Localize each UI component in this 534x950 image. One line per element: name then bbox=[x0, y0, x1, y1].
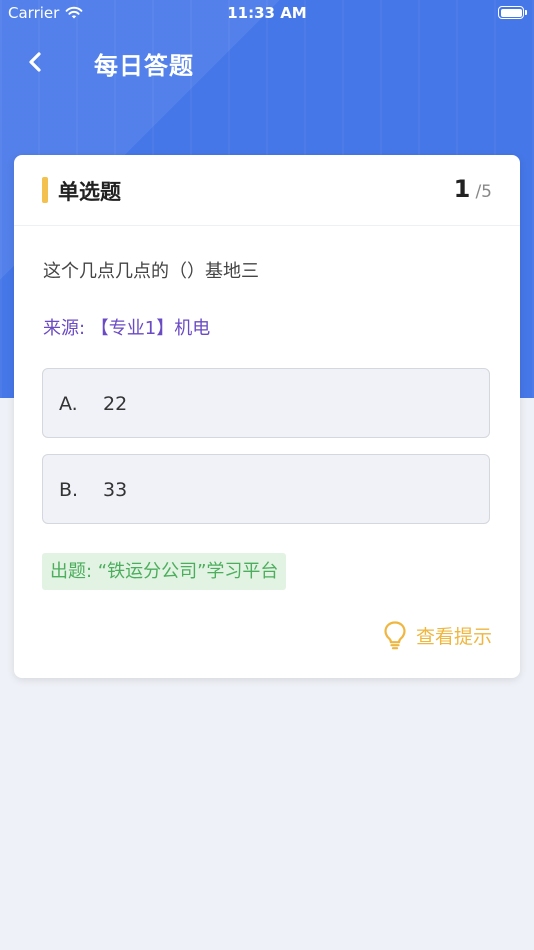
option-value: 33 bbox=[103, 479, 128, 501]
status-time: 11:33 AM bbox=[227, 4, 307, 22]
progress-total: /5 bbox=[475, 182, 492, 202]
option-value: 22 bbox=[103, 393, 128, 415]
status-bar: Carrier 11:33 AM bbox=[0, 0, 534, 28]
issuer-badge: 出题: “铁运分公司”学习平台 bbox=[42, 553, 287, 590]
view-hint-button[interactable]: 查看提示 bbox=[382, 620, 492, 650]
question-text: 这个几点几点的（）基地三 bbox=[43, 261, 259, 282]
chevron-left-icon bbox=[29, 52, 41, 72]
page-title: 每日答题 bbox=[94, 52, 194, 80]
battery-icon bbox=[498, 6, 527, 19]
back-button[interactable] bbox=[22, 48, 50, 76]
progress-current: 1 bbox=[453, 175, 471, 203]
lightbulb-icon bbox=[384, 621, 406, 650]
question-card: 单选题 1 /5 这个几点几点的（）基地三 来源: 【专业1】机电 A. 22 … bbox=[14, 155, 520, 678]
type-accent-bar bbox=[42, 177, 48, 203]
battery-level bbox=[500, 8, 522, 17]
card-header: 单选题 1 /5 bbox=[14, 155, 520, 226]
question-progress: 1 /5 bbox=[454, 175, 492, 203]
option-key: B. bbox=[59, 479, 79, 501]
nav-bar: 每日答题 bbox=[0, 40, 534, 86]
hint-label: 查看提示 bbox=[415, 625, 492, 648]
question-type-label: 单选题 bbox=[58, 180, 121, 204]
option-key: A. bbox=[59, 393, 78, 415]
question-source: 来源: 【专业1】机电 bbox=[43, 318, 211, 339]
option-b[interactable]: B. 33 bbox=[42, 454, 490, 524]
option-a[interactable]: A. 22 bbox=[42, 368, 490, 438]
